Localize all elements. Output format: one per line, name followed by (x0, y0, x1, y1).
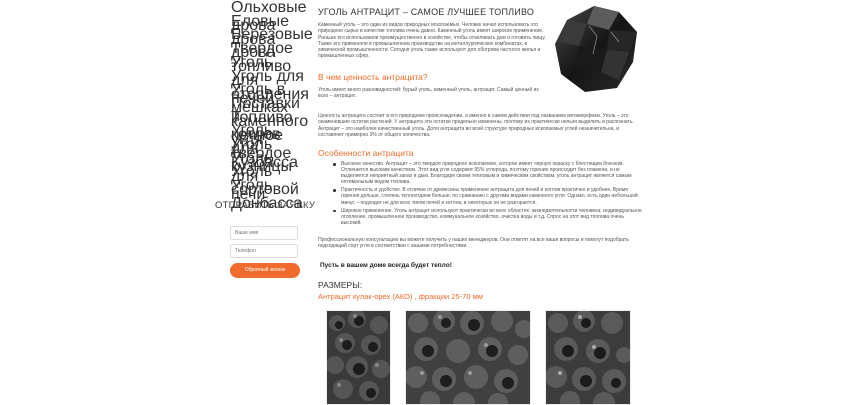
page-title: Уголь антрацит – самое лучшее топливо (318, 7, 535, 17)
coal-photo-2[interactable] (405, 310, 531, 405)
list-item: Практичность и удобство. В отличие от др… (331, 187, 643, 206)
coal-photo-3[interactable] (545, 310, 631, 405)
sizes-subtitle: Антрацит кулак-орех (АКО) , фракции 25-7… (318, 292, 483, 301)
coal-texture-1 (327, 311, 390, 404)
coal-lump-illustration (555, 6, 637, 92)
request-form: Отправить заявку Обратный звонок (212, 200, 315, 278)
form-title-part2: заявку (276, 200, 316, 211)
consult-paragraph: Профессиональную консультацию вы можете … (318, 237, 629, 250)
form-title: Отправить заявку (215, 200, 315, 211)
list-item: Высокое качество. Антрацит – это твердое… (331, 161, 643, 185)
section-features-title: Особенности антрацита (318, 148, 414, 158)
features-list: Высокое качество. Антрацит – это твердое… (331, 161, 643, 228)
slogan: Пусть в вашем доме всегда будет тепло! (320, 262, 452, 269)
phone-input[interactable] (230, 244, 298, 258)
section-value-title: В чем ценность антрацита? (318, 72, 428, 82)
coal-photo-1[interactable] (326, 310, 391, 405)
sizes-title: Размеры: (318, 280, 363, 290)
callback-button[interactable]: Обратный звонок (230, 263, 300, 278)
coal-image (549, 2, 645, 94)
coal-texture-3 (546, 311, 630, 404)
name-input[interactable] (230, 226, 298, 240)
coal-texture-2 (406, 311, 530, 404)
intro-paragraph: Каменный уголь – это один из видов приро… (318, 22, 546, 60)
section-value-p1: Уголь имеет много разновидностей: бурый … (318, 87, 539, 100)
form-title-part1: Отправить (215, 200, 275, 211)
section-value-p2: Ценность антрацита состоит в его природн… (318, 113, 634, 138)
list-item: Широкое применение. Уголь антрацит испол… (331, 208, 643, 226)
